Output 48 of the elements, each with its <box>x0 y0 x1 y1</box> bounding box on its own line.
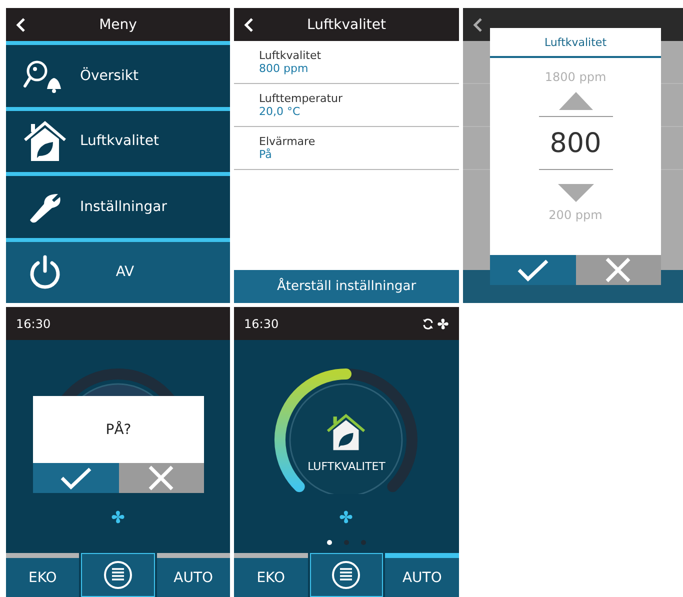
check-icon <box>516 258 550 282</box>
page-dot[interactable] <box>327 540 332 545</box>
menu-item-label: Översikt <box>80 68 138 84</box>
fan-status-icon <box>437 318 449 330</box>
menu-item-label: Luftkvalitet <box>80 133 159 150</box>
back-icon[interactable] <box>473 16 483 32</box>
confirm-button[interactable] <box>33 463 118 493</box>
fan-icon <box>111 510 125 524</box>
close-icon <box>605 257 632 283</box>
mode-button[interactable]: EKO <box>6 553 80 597</box>
house-leaf-icon <box>23 120 67 162</box>
lower-value: 200 ppm <box>548 208 602 222</box>
setting-label: Lufttemperatur <box>259 92 344 105</box>
mode-button[interactable]: AUTO <box>385 553 459 597</box>
dialog-title: Luftkvalitet <box>490 28 661 58</box>
page-dot[interactable] <box>361 540 366 545</box>
close-icon <box>148 465 174 491</box>
menu-button[interactable] <box>310 553 384 597</box>
clock: 16:30 <box>244 316 279 332</box>
clock: 16:30 <box>16 316 51 332</box>
menu-button[interactable] <box>81 553 155 597</box>
confirm-button[interactable] <box>490 255 576 285</box>
setting-value: 800 ppm <box>259 62 310 75</box>
dialog-question: PÅ? <box>104 420 132 440</box>
mode-button[interactable]: AUTO <box>156 553 230 597</box>
menu-icon <box>102 560 133 590</box>
menu-item-label: AV <box>114 264 136 280</box>
fan-icon <box>339 510 353 524</box>
cancel-button[interactable] <box>118 463 204 493</box>
screen-title: Luftkvalitet <box>307 16 386 32</box>
menu-icon <box>331 560 362 590</box>
cancel-button[interactable] <box>576 255 661 285</box>
mode-button[interactable]: EKO <box>234 553 308 597</box>
page-dot[interactable] <box>344 540 349 545</box>
menu-item-label: Inställningar <box>80 198 168 215</box>
picker-value: 800 <box>538 116 612 170</box>
gauge-label: LUFTKVALITET <box>306 460 386 473</box>
setting-value: På <box>259 148 273 161</box>
setting-value: 20,0 °C <box>259 105 302 118</box>
setting-label: Elvärmare <box>259 135 316 148</box>
setting-label: Luftkvalitet <box>259 49 322 62</box>
sync-icon <box>422 318 434 330</box>
check-icon <box>58 466 93 490</box>
screen-title: Meny <box>99 16 137 32</box>
house-leaf-icon <box>326 412 366 452</box>
reset-button[interactable]: Återställ inställningar <box>234 270 459 303</box>
power-icon <box>28 254 62 290</box>
upper-value: 1800 ppm <box>544 70 606 84</box>
